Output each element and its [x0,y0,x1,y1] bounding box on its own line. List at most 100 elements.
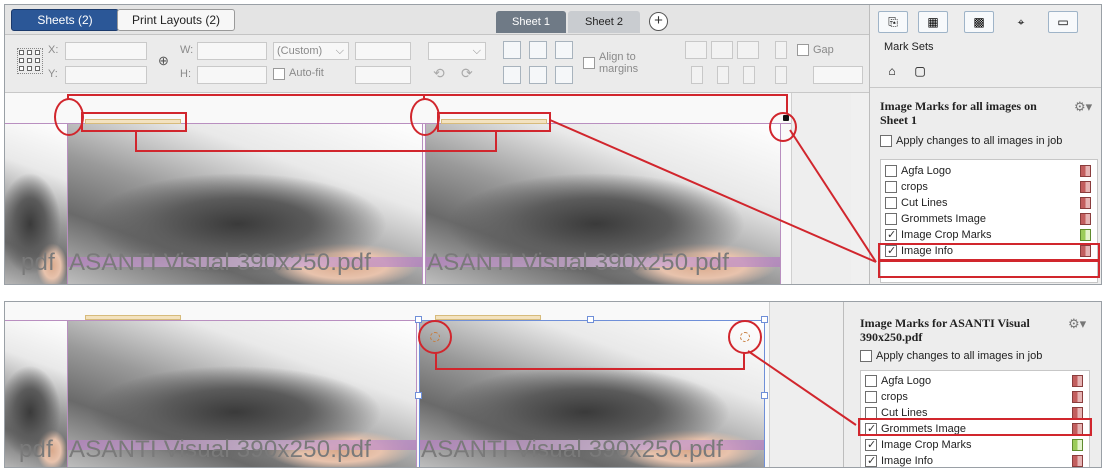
chevron-down-icon: ⌵ [335,45,344,57]
sheet-marks-tab-icon[interactable]: ▢ [908,61,932,81]
add-sheet-button[interactable]: + [649,12,668,31]
x-input[interactable] [65,42,147,60]
gear-icon[interactable]: ⚙▾ [1068,316,1086,332]
selection-handle[interactable] [415,316,422,323]
list-item[interactable]: Grommets Image [885,211,1093,227]
mark-color-swatch [1072,375,1083,387]
space-vertical-icon[interactable] [775,41,787,59]
gap-checkbox[interactable] [797,44,809,56]
height-input[interactable] [197,66,267,84]
align-center-icon[interactable] [529,66,547,84]
mark-checkbox[interactable] [885,165,897,178]
y-label: Y: [48,68,58,80]
mark-color-swatch [1080,165,1091,177]
tab-sheet-1[interactable]: Sheet 1 [496,11,566,33]
mark-checkbox[interactable] [885,181,897,194]
mark-checkbox[interactable] [865,391,877,404]
sheet-canvas[interactable]: pdf ASANTI Visual 390x250.pdf ASANTI Vis… [5,302,843,467]
apply-all-checkbox[interactable] [880,135,892,148]
autofit-checkbox[interactable] [273,68,285,80]
mark-checkbox[interactable] [885,213,897,226]
tutorial-figure: Sheets (2) Print Layouts (2) Sheet 1 She… [0,0,1106,469]
align-middle-icon[interactable] [529,41,547,59]
align-bottom-icon[interactable] [555,41,573,59]
selection-handle[interactable] [587,316,594,323]
image-caption: pdf [21,249,55,276]
rotation-select[interactable]: ⌵ [428,42,486,60]
align-left-icon[interactable] [503,66,521,84]
flip-icon[interactable]: ⟳ [461,65,473,82]
bottom-screenshot: pdf ASANTI Visual 390x250.pdf ASANTI Vis… [4,301,1102,468]
gear-icon[interactable]: ⚙▾ [1074,99,1092,115]
list-item[interactable]: Image Crop Marks [885,227,1093,243]
distribute-center-icon[interactable] [717,66,729,84]
image-caption: ASANTI Visual 390x250.pdf [69,249,372,276]
align-to-margins-checkbox[interactable] [583,57,595,69]
tab-sheets[interactable]: Sheets (2) [11,9,119,31]
selection-handle[interactable] [761,316,768,323]
y-input[interactable] [65,66,147,84]
crosshair-icon[interactable]: ⌖ [1006,11,1036,33]
mark-checkbox[interactable] [885,227,897,243]
list-item[interactable]: Image Info [865,453,1085,467]
distribute-left-icon[interactable] [691,66,703,84]
scale-value: (Custom) [277,45,323,57]
apply-all-checkbox[interactable] [860,350,872,363]
scale-input-2[interactable] [355,66,411,84]
mark-checkbox[interactable] [865,453,877,467]
align-right-icon[interactable] [555,66,573,84]
list-item[interactable]: Agfa Logo [865,373,1085,389]
apply-all-label: Apply changes to all images in job [876,350,1043,362]
scale-select[interactable]: (Custom) ⌵ [273,42,349,60]
layout-icon[interactable]: ▭ [1048,11,1078,33]
image-caption: ASANTI Visual 390x250.pdf [427,249,730,276]
image-icon[interactable]: ▦ [918,11,948,33]
rotate-icon[interactable]: ⟲ [433,65,445,82]
image-marks-panel: Image Marks for ASANTI Visual 390x250.pd… [843,302,1101,467]
apply-all-option[interactable]: Apply changes to all images in job [880,135,1062,148]
link-proportions-icon[interactable]: ⊕ [158,53,169,69]
selection-handle[interactable] [415,392,422,399]
distribute-top-icon[interactable] [685,41,707,59]
highlight-box [858,418,1092,436]
highlight-line [67,94,787,96]
align-top-icon[interactable] [503,41,521,59]
mark-checkbox[interactable] [865,437,877,453]
distribute-right-icon[interactable] [743,66,755,84]
image-marks-panel: ⎘ ▦ ▩ ⌖ ▭ Mark Sets ⌂ ▢ Image Marks for … [869,5,1101,284]
apply-all-option[interactable]: Apply changes to all images in job [860,350,1043,363]
image-caption: ASANTI Visual 390x250.pdf [421,436,724,463]
list-item[interactable]: Cut Lines [885,195,1093,211]
highlight-circle [418,320,452,354]
sheet-canvas[interactable]: pdf ASANTI Visual 390x250.pdf ASANTI Vis… [5,93,851,284]
anchor-grid-icon[interactable] [17,48,43,74]
scale-input[interactable] [355,42,411,60]
tab-sheet-2[interactable]: Sheet 2 [568,11,640,33]
panel-title: Image Marks for all images on Sheet 1 [880,99,1037,127]
gap-input[interactable] [813,66,863,84]
list-item[interactable]: crops [885,179,1093,195]
mark-color-swatch [1080,181,1091,193]
list-item[interactable]: Agfa Logo [885,163,1093,179]
distribute-bottom-icon[interactable] [737,41,759,59]
color-marks-icon[interactable]: ▩ [964,11,994,33]
autofit-label: Auto-fit [289,67,324,79]
distribute-middle-icon[interactable] [711,41,733,59]
selection-handle[interactable] [761,392,768,399]
list-item[interactable]: crops [865,389,1085,405]
document-icon[interactable]: ⎘ [878,11,908,33]
image-caption: pdf [19,436,53,463]
top-screenshot: Sheets (2) Print Layouts (2) Sheet 1 She… [4,4,1102,285]
image-marks-tab-icon[interactable]: ⌂ [880,61,904,81]
width-input[interactable] [197,42,267,60]
panel-title: Image Marks for ASANTI Visual 390x250.pd… [860,316,1030,344]
chevron-down-icon: ⌵ [472,45,481,57]
highlight-circle [410,98,440,136]
mark-checkbox[interactable] [865,375,877,388]
mark-color-swatch [1080,213,1091,225]
list-item[interactable]: Image Crop Marks [865,437,1085,453]
mark-checkbox[interactable] [885,197,897,210]
space-horizontal-icon[interactable] [775,66,787,84]
tab-print-layouts[interactable]: Print Layouts (2) [117,9,235,31]
mark-color-swatch [1080,197,1091,209]
